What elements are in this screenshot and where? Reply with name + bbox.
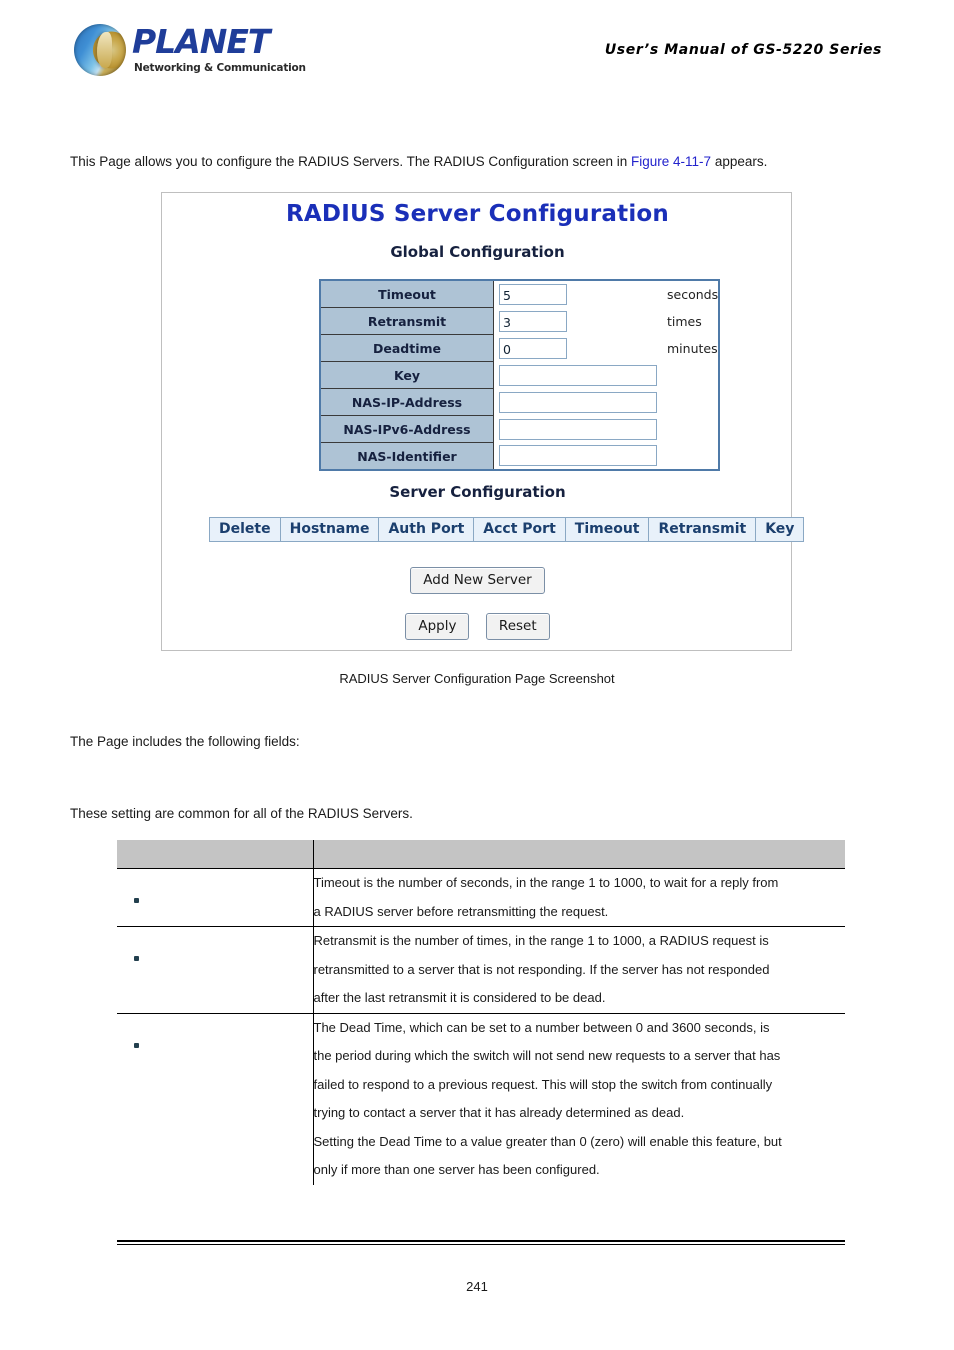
object-cell xyxy=(117,1013,314,1185)
column-header-timeout[interactable]: Timeout xyxy=(564,517,650,542)
nas-ip-address-field-cell xyxy=(494,389,720,416)
deadtime-unit: minutes xyxy=(667,340,718,356)
intro-paragraph: This Page allows you to configure the RA… xyxy=(70,152,767,172)
timeout-input[interactable]: 5 xyxy=(499,283,567,305)
table-header-row xyxy=(117,840,845,869)
bullet-icon xyxy=(134,1042,139,1048)
figure-caption: RADIUS Server Configuration Page Screens… xyxy=(339,671,615,686)
table-row: Timeout 5 seconds xyxy=(319,279,719,308)
add-new-server-row: Add New Server xyxy=(162,567,793,594)
bullet-icon xyxy=(134,898,139,903)
manual-title: User’s Manual of GS-5220 Series xyxy=(604,42,882,58)
apply-button[interactable]: Apply xyxy=(405,613,470,640)
figure-link[interactable]: Figure 4-11-7 xyxy=(631,154,711,169)
timeout-field-cell: 5 xyxy=(494,280,660,308)
intro-text-after: appears. xyxy=(711,154,768,169)
deadtime-input[interactable]: 0 xyxy=(499,337,567,359)
description-line: Setting the Dead Time to a value greater… xyxy=(313,1133,782,1149)
table-row: NAS-Identifier xyxy=(319,442,720,471)
table-row: Timeout is the number of seconds, in the… xyxy=(117,868,845,927)
table-header-row: Delete Hostname Auth Port Acct Port Time… xyxy=(209,517,805,542)
nas-identifier-label: NAS-Identifier xyxy=(319,442,494,471)
table-bottom-rule xyxy=(117,1240,845,1245)
fields-intro-text: The Page includes the following fields: xyxy=(70,734,300,749)
column-header-hostname[interactable]: Hostname xyxy=(279,517,380,542)
description-line: Retransmit is the number of times, in th… xyxy=(313,933,769,948)
timeout-label: Timeout xyxy=(319,279,494,308)
field-description-table: Timeout is the number of seconds, in the… xyxy=(117,840,845,1185)
object-cell xyxy=(117,926,314,1014)
description-line: a RADIUS server before retransmitting th… xyxy=(313,903,609,919)
reset-button[interactable]: Reset xyxy=(485,613,550,640)
retransmit-input[interactable]: 3 xyxy=(499,310,567,332)
key-label: Key xyxy=(319,361,494,389)
server-configuration-table: Delete Hostname Auth Port Acct Port Time… xyxy=(209,517,805,542)
nas-ipv6-address-input[interactable] xyxy=(499,418,657,440)
description-cell: The Dead Time, which can be set to a num… xyxy=(313,1013,845,1185)
description-line: trying to contact a server that it has a… xyxy=(313,1105,685,1120)
nas-ipv6-address-label: NAS-IPv6-Address xyxy=(319,415,494,443)
form-action-row: Apply Reset xyxy=(162,613,793,640)
description-line: Timeout is the number of seconds, in the… xyxy=(313,875,779,890)
deadtime-field-cell: 0 xyxy=(494,335,660,362)
retransmit-label: Retransmit xyxy=(319,307,494,335)
planet-globe-logo-icon xyxy=(74,24,126,76)
deadtime-label: Deadtime xyxy=(319,334,494,362)
description-line: The Dead Time, which can be set to a num… xyxy=(313,1019,770,1035)
column-header-object xyxy=(117,840,314,869)
column-header-key[interactable]: Key xyxy=(755,517,805,542)
nas-ip-address-label: NAS-IP-Address xyxy=(319,388,494,416)
page-header: PLANET Networking & Communication User’s… xyxy=(0,0,954,100)
table-row: The Dead Time, which can be set to a num… xyxy=(117,1013,845,1185)
logo-wordmark: PLANET xyxy=(132,22,270,61)
key-input[interactable] xyxy=(499,364,657,386)
retransmit-field-cell: 3 xyxy=(494,308,660,335)
table-row: NAS-IP-Address xyxy=(319,388,720,416)
description-cell: Retransmit is the number of times, in th… xyxy=(313,926,845,1014)
table-row: Retransmit is the number of times, in th… xyxy=(117,926,845,1014)
table-row: Key xyxy=(319,361,720,389)
server-configuration-heading: Server Configuration xyxy=(389,483,566,501)
description-line: the period during which the switch will … xyxy=(313,1048,781,1063)
column-header-description xyxy=(313,840,845,869)
description-line: failed to respond to a previous request.… xyxy=(313,1076,773,1092)
nas-identifier-field-cell xyxy=(494,443,720,471)
add-new-server-button[interactable]: Add New Server xyxy=(410,567,545,594)
column-header-retransmit[interactable]: Retransmit xyxy=(648,517,757,542)
common-settings-note: These setting are common for all of the … xyxy=(70,806,413,821)
object-cell xyxy=(117,868,314,927)
column-header-delete[interactable]: Delete xyxy=(209,517,281,542)
logo-tagline: Networking & Communication xyxy=(134,62,306,74)
bullet-icon xyxy=(134,956,139,961)
nas-ipv6-address-field-cell xyxy=(494,416,720,443)
description-line: after the last retransmit it is consider… xyxy=(313,990,606,1005)
retransmit-unit: times xyxy=(667,313,702,329)
description-line: only if more than one server has been co… xyxy=(313,1162,600,1177)
screenshot-page-title: RADIUS Server Configuration xyxy=(286,201,669,227)
timeout-unit: seconds xyxy=(667,286,719,302)
table-row: NAS-IPv6-Address xyxy=(319,415,720,443)
radius-configuration-screenshot: RADIUS Server Configuration Global Confi… xyxy=(161,192,805,651)
nas-ip-address-input[interactable] xyxy=(499,391,657,413)
description-cell: Timeout is the number of seconds, in the… xyxy=(313,868,845,927)
planet-logo: PLANET Networking & Communication xyxy=(74,22,306,80)
description-line: retransmitted to a server that is not re… xyxy=(313,961,770,977)
global-configuration-table: Timeout 5 seconds Retransmit 3 times Dea… xyxy=(319,279,721,471)
table-row: Retransmit 3 times xyxy=(319,307,719,335)
page-number: 241 xyxy=(466,1279,488,1294)
column-header-acct-port[interactable]: Acct Port xyxy=(473,517,566,542)
intro-text-before: This Page allows you to configure the RA… xyxy=(70,154,632,169)
column-header-auth-port[interactable]: Auth Port xyxy=(378,517,475,542)
key-field-cell xyxy=(494,362,720,389)
global-configuration-heading: Global Configuration xyxy=(390,243,565,261)
table-row: Deadtime 0 minutes xyxy=(319,334,719,362)
nas-identifier-input[interactable] xyxy=(499,445,657,467)
